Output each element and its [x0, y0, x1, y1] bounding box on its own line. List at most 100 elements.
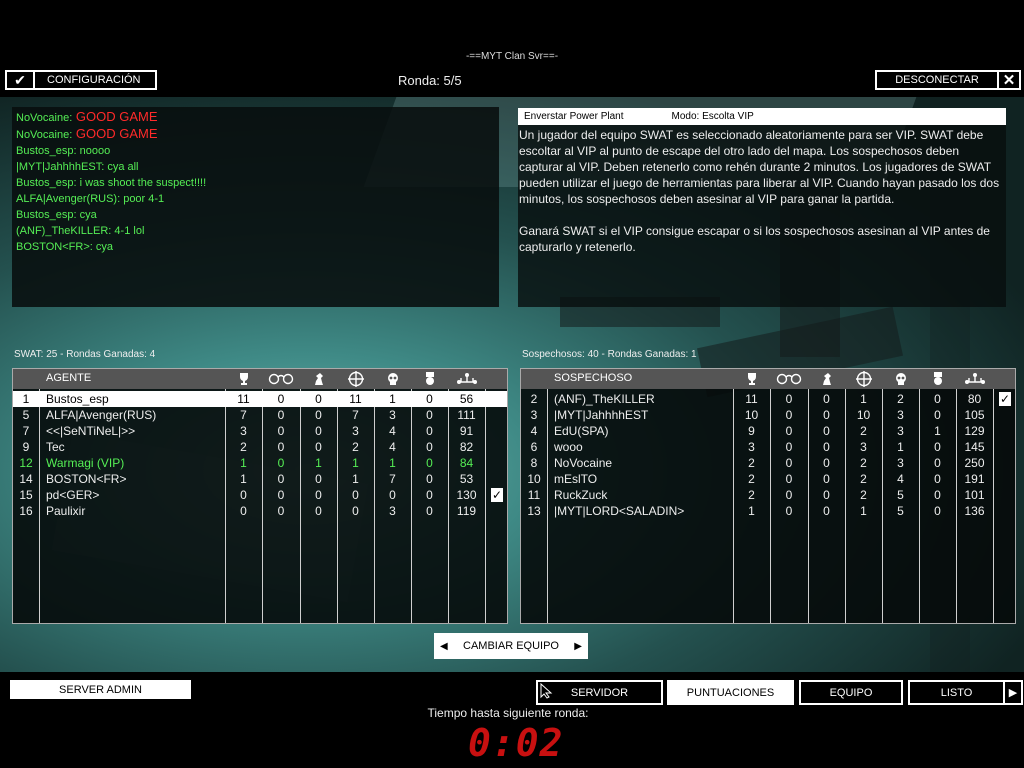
player-id: 7	[22, 424, 30, 438]
player-row[interactable]: 14 BOSTON<FR> 1 0 0 1 7 0 53	[13, 471, 507, 487]
stat-ping: 101	[964, 488, 985, 502]
tab-servidor[interactable]: SERVIDOR	[536, 680, 663, 705]
change-team-button[interactable]: ◀ CAMBIAR EQUIPO ▶	[434, 633, 588, 659]
stat-arrests: 0	[785, 408, 793, 422]
server-admin-button[interactable]: SERVER ADMIN	[10, 680, 191, 699]
player-row[interactable]: 10 mEslTO 2 0 0 2 4 0 191	[521, 471, 1015, 487]
player-row[interactable]: 4 EdU(SPA) 9 0 0 2 3 1 129	[521, 423, 1015, 439]
crosshair-icon	[341, 370, 371, 388]
ready-button[interactable]: LISTO ▶	[908, 680, 1023, 705]
stat-vip-escorts: 0	[823, 456, 830, 470]
player-id: 2	[530, 392, 538, 406]
stat-bonus: 0	[934, 472, 941, 486]
stat-kills: 1	[352, 456, 359, 470]
player-row[interactable]: 12 Warmagi (VIP) 1 0 1 1 1 0 84	[13, 455, 507, 471]
chat-message: i was shoot the suspect!!!!	[76, 177, 207, 189]
stat-deaths: 3	[897, 456, 904, 470]
chat-message: 4-1 lol	[111, 225, 145, 237]
player-row[interactable]: 16 Paulixir 0 0 0 0 3 0 119	[13, 503, 507, 519]
configuration-button[interactable]: ✔ CONFIGURACIÓN	[5, 70, 157, 90]
stat-score: 7	[240, 408, 247, 422]
stat-kills: 0	[352, 488, 359, 502]
player-row[interactable]: 15 pd<GER> 0 0 0 0 0 0 130 ✓	[13, 487, 507, 503]
stat-ping: 53	[459, 472, 474, 486]
player-row[interactable]: 7 <<|SeNTiNeL|>> 3 0 0 3 4 0 91	[13, 423, 507, 439]
stat-ping: 80	[967, 392, 982, 406]
arrow-right-icon: ▶	[574, 640, 582, 652]
stat-ping: 191	[964, 472, 985, 486]
stat-deaths: 7	[389, 472, 396, 486]
stat-score: 1	[748, 504, 755, 518]
chat-message: noooo	[76, 145, 111, 157]
stat-arrests: 0	[277, 472, 285, 486]
tab-equipo[interactable]: EQUIPO	[799, 680, 903, 705]
player-id: 13	[527, 504, 541, 518]
stat-arrests: 0	[277, 504, 285, 518]
player-id: 10	[527, 472, 541, 486]
player-id: 9	[22, 440, 30, 454]
network-icon	[452, 370, 482, 388]
player-row[interactable]: 11 RuckZuck 2 0 0 2 5 0 101	[521, 487, 1015, 503]
player-name: NoVocaine	[554, 456, 613, 470]
stat-deaths: 1	[897, 440, 904, 454]
chat-line: Bustos_esp: noooo	[16, 143, 495, 159]
player-id: 6	[530, 440, 538, 454]
player-row[interactable]: 6 wooo 3 0 0 3 1 0 145	[521, 439, 1015, 455]
stat-arrests: 0	[785, 472, 793, 486]
stat-deaths: 3	[897, 424, 904, 438]
stat-deaths: 0	[389, 488, 396, 502]
stat-arrests: 0	[785, 488, 793, 502]
skull-icon	[378, 370, 408, 388]
chat-sender: NoVocaine:	[16, 112, 73, 124]
stat-ping: 129	[964, 424, 985, 438]
player-row[interactable]: 5 ALFA|Avenger(RUS) 7 0 0 7 3 0 111	[13, 407, 507, 423]
stat-ping: 136	[964, 504, 985, 518]
arrow-left-icon: ◀	[440, 640, 448, 652]
player-row[interactable]: 13 |MYT|LORD<SALADIN> 1 0 0 1 5 0 136	[521, 503, 1015, 519]
tab-servidor-label: SERVIDOR	[570, 686, 629, 699]
round-counter: Ronda: 5/5	[398, 73, 462, 88]
player-name: |MYT|JahhhhEST	[554, 408, 649, 422]
stat-bonus: 0	[934, 488, 941, 502]
chat-sender: (ANF)_TheKILLER:	[16, 225, 112, 237]
player-row[interactable]: 3 |MYT|JahhhhEST 10 0 0 10 3 0 105	[521, 407, 1015, 423]
stat-ping: 111	[457, 408, 476, 422]
column-header-name: SOSPECHOSO	[554, 372, 633, 384]
tab-puntuaciones[interactable]: PUNTUACIONES	[667, 680, 794, 705]
chat-sender: NoVocaine:	[16, 129, 73, 141]
stat-bonus: 0	[426, 488, 433, 502]
stat-bonus: 0	[934, 440, 941, 454]
stat-arrests: 0	[277, 392, 285, 406]
chat-message: poor 4-1	[120, 193, 165, 205]
tab-puntuaciones-label: PUNTUACIONES	[686, 686, 775, 699]
crosshair-icon	[849, 370, 879, 388]
suspects-summary: Sospechosos: 40 - Rondas Ganadas: 1	[522, 349, 697, 360]
stat-vip-escorts: 0	[315, 440, 322, 454]
player-row[interactable]: 1 Bustos_esp 11 0 0 11 1 0 56	[13, 391, 507, 407]
stat-arrests: 0	[785, 504, 793, 518]
server-admin-label: SERVER ADMIN	[59, 683, 142, 696]
stat-vip-escorts: 0	[823, 392, 830, 406]
stat-bonus: 0	[426, 408, 433, 422]
player-name: Tec	[46, 440, 65, 454]
stat-deaths: 5	[897, 504, 904, 518]
chat-line: BOSTON<FR>: cya	[16, 239, 495, 255]
stat-ping: 84	[459, 456, 474, 470]
stat-arrests: 0	[785, 440, 793, 454]
player-row[interactable]: 8 NoVocaine 2 0 0 2 3 0 250	[521, 455, 1015, 471]
player-id: 1	[22, 392, 30, 406]
stat-kills: 2	[860, 472, 867, 486]
player-row[interactable]: 2 (ANF)_TheKILLER 11 0 0 1 2 0 80 ✓	[521, 391, 1015, 407]
stat-bonus: 0	[934, 408, 941, 422]
player-row[interactable]: 9 Tec 2 0 0 2 4 0 82	[13, 439, 507, 455]
stat-score: 2	[240, 440, 247, 454]
stat-deaths: 5	[897, 488, 904, 502]
player-name: <<|SeNTiNeL|>>	[46, 424, 136, 438]
close-icon: ✕	[997, 72, 1019, 89]
stat-bonus: 0	[426, 440, 433, 454]
disconnect-button[interactable]: DESCONECTAR ✕	[875, 70, 1021, 90]
server-title: -==MYT Clan Svr==-	[465, 51, 559, 62]
stat-ping: 56	[459, 392, 474, 406]
stat-bonus: 1	[934, 424, 941, 438]
player-id: 16	[19, 504, 33, 518]
